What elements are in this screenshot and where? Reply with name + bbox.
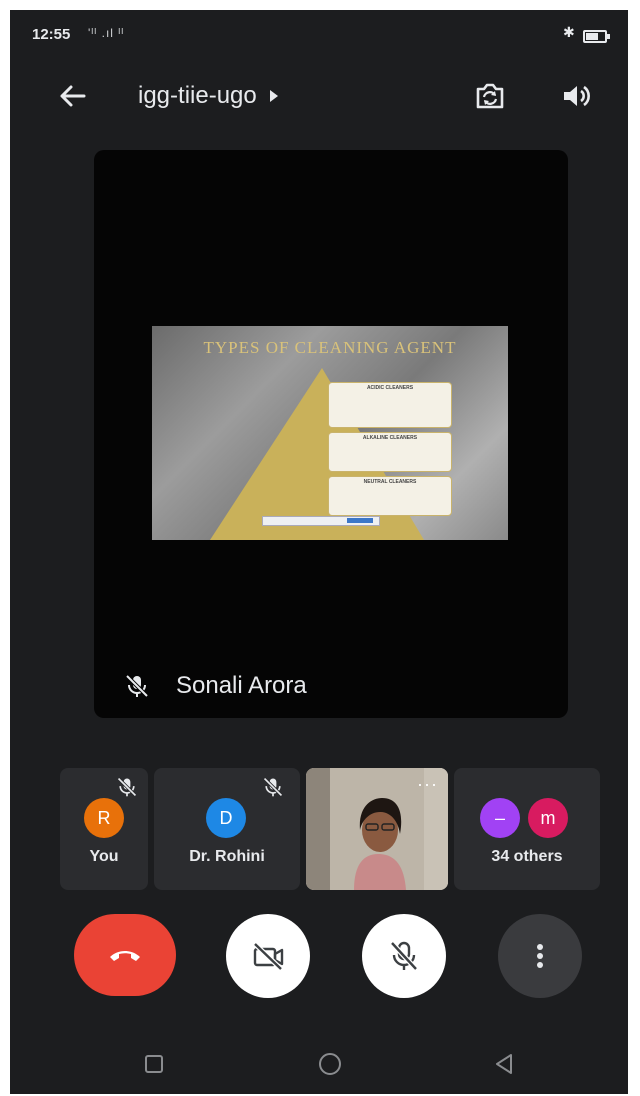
mic-toggle-button[interactable] bbox=[362, 914, 446, 998]
speaker-icon bbox=[564, 85, 590, 107]
slide-box-heading: NEUTRAL CLEANERS bbox=[363, 479, 417, 485]
slide-title: TYPES OF CLEANING AGENT bbox=[203, 338, 457, 357]
participant-tile-others[interactable]: – m 34 others bbox=[454, 768, 600, 890]
end-call-button[interactable] bbox=[74, 914, 176, 996]
slide-box: ALKALINE CLEANERS bbox=[328, 432, 452, 472]
status-time: 12:55 bbox=[32, 26, 71, 43]
participant-strip: R You D Dr. Rohini ··· – m 34 others bbox=[60, 768, 600, 890]
participant-label: 34 others bbox=[491, 848, 563, 865]
presenter-tile[interactable]: TYPES OF CLEANING AGENT ACIDIC CLEANERS … bbox=[94, 150, 568, 718]
speaker-button[interactable] bbox=[554, 74, 598, 118]
shared-slide: TYPES OF CLEANING AGENT ACIDIC CLEANERS … bbox=[152, 326, 508, 540]
end-call-icon bbox=[110, 951, 140, 961]
home-button[interactable] bbox=[310, 1044, 350, 1084]
camera-toggle-button[interactable] bbox=[226, 914, 310, 998]
call-controls bbox=[10, 910, 628, 998]
back-button[interactable] bbox=[50, 74, 94, 118]
participant-label: Dr. Rohini bbox=[189, 848, 265, 865]
tile-options-button[interactable]: ··· bbox=[417, 774, 438, 795]
bluetooth-icon: ✱ bbox=[563, 24, 575, 40]
app-bar: igg-tiie-ugo bbox=[10, 62, 628, 126]
slide-box: ACIDIC CLEANERS bbox=[328, 382, 452, 428]
avatar: D bbox=[206, 798, 246, 838]
meeting-code: igg-tiie-ugo bbox=[138, 82, 257, 109]
participant-tile-you[interactable]: R You bbox=[60, 768, 148, 890]
switch-camera-button[interactable] bbox=[468, 74, 512, 118]
caret-right-icon bbox=[269, 90, 278, 102]
slide-toolbar bbox=[262, 516, 380, 526]
signal-icon: 'ᴵᴵ .ıl ᴵᴵ bbox=[88, 26, 125, 40]
status-bar: 12:55 'ᴵᴵ .ıl ᴵᴵ ✱ bbox=[10, 10, 628, 62]
meeting-code-button[interactable]: igg-tiie-ugo bbox=[138, 82, 279, 110]
mic-off-icon bbox=[263, 777, 283, 797]
slide-box-heading: ALKALINE CLEANERS bbox=[362, 435, 418, 441]
meet-call-screen: 12:55 'ᴵᴵ .ıl ᴵᴵ ✱ igg-tiie-ugo TYPES OF… bbox=[10, 10, 628, 1094]
presenter-label: Sonali Arora bbox=[124, 672, 307, 700]
nav-back-button[interactable] bbox=[484, 1044, 524, 1084]
mic-off-icon bbox=[117, 777, 137, 797]
battery-icon bbox=[583, 30, 610, 43]
mic-off-icon bbox=[390, 941, 418, 971]
switch-camera-icon bbox=[476, 83, 504, 109]
recents-square-icon bbox=[145, 1055, 163, 1073]
recents-button[interactable] bbox=[134, 1044, 174, 1084]
camera-off-icon bbox=[253, 942, 284, 971]
slide-box-heading: ACIDIC CLEANERS bbox=[366, 385, 414, 391]
system-nav-bar bbox=[10, 1032, 628, 1094]
back-arrow-icon bbox=[60, 85, 86, 107]
avatar: m bbox=[528, 798, 568, 838]
participant-tile-camera[interactable]: ··· bbox=[306, 768, 448, 890]
more-vert-icon bbox=[537, 944, 543, 968]
more-options-button[interactable] bbox=[498, 914, 582, 998]
avatar: – bbox=[480, 798, 520, 838]
participant-label: You bbox=[89, 848, 119, 865]
back-triangle-icon bbox=[496, 1054, 512, 1074]
home-circle-icon bbox=[319, 1053, 341, 1075]
slide-box: NEUTRAL CLEANERS bbox=[328, 476, 452, 516]
mic-off-icon bbox=[125, 674, 149, 698]
avatar: R bbox=[84, 798, 124, 838]
participant-tile-dr-rohini[interactable]: D Dr. Rohini bbox=[154, 768, 300, 890]
presenter-name: Sonali Arora bbox=[176, 672, 307, 699]
